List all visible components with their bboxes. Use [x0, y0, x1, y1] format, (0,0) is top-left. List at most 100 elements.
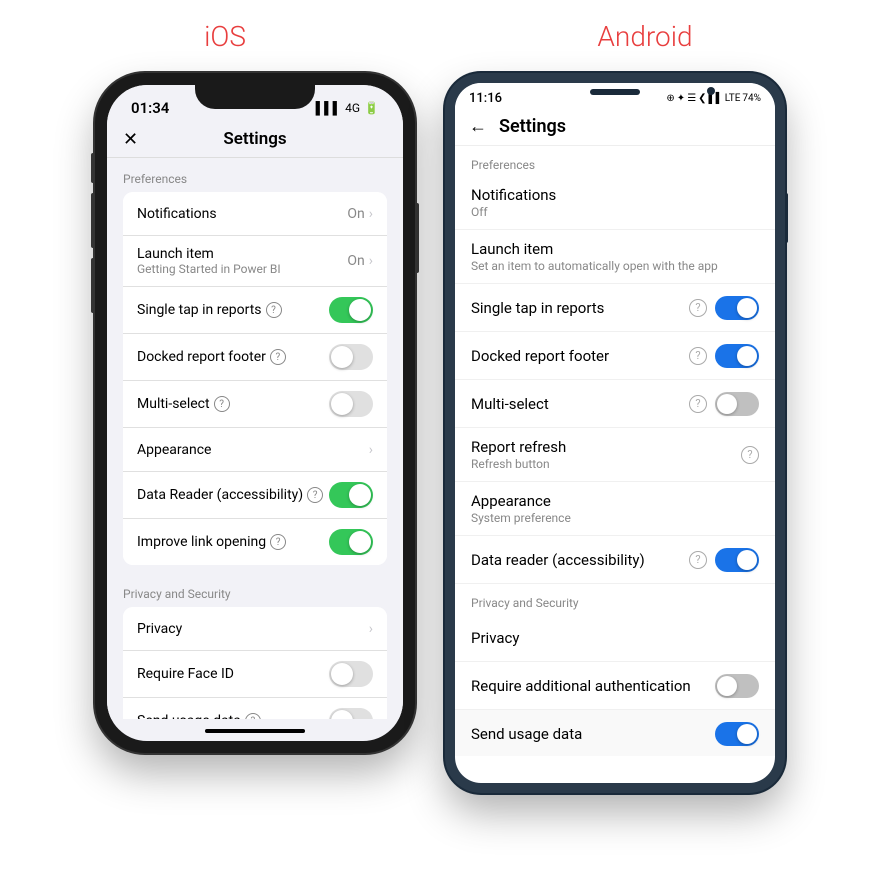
android-single-tap-right: ? [689, 296, 759, 320]
android-appearance-label: Appearance [471, 492, 759, 510]
android-appearance-label-group: Appearance System preference [471, 492, 759, 525]
android-notifications-sublabel: Off [471, 205, 759, 219]
android-require-auth-toggle[interactable] [715, 674, 759, 698]
ios-docked-footer-row[interactable]: Docked report footer ? [123, 334, 387, 381]
android-docked-footer-help-icon[interactable]: ? [689, 347, 707, 365]
android-launch-item-label-group: Launch item Set an item to automatically… [471, 240, 759, 273]
android-data-reader-help-icon[interactable]: ? [689, 551, 707, 569]
ios-appearance-row[interactable]: Appearance › [123, 428, 387, 472]
ios-status-bar: 01:34 ▌▌▌ 4G 🔋 [107, 85, 403, 121]
ios-section-header-preferences: Preferences [107, 158, 403, 192]
ios-launch-item-chevron-icon: › [369, 253, 373, 269]
android-single-tap-help-icon[interactable]: ? [689, 299, 707, 317]
android-send-usage-right [715, 722, 759, 746]
android-data-reader-row[interactable]: Data reader (accessibility) ? [455, 536, 775, 584]
android-send-usage-toggle[interactable] [715, 722, 759, 746]
ios-mute-button [91, 153, 95, 183]
ios-data-reader-toggle[interactable] [329, 482, 373, 508]
android-phone: 11:16 ⊕ ✦ ☰ ❮ ▌▌ LTE 74% ← Settings Pref… [445, 73, 785, 793]
ios-send-usage-help-icon[interactable]: ? [245, 713, 261, 719]
ios-close-button[interactable]: ✕ [123, 129, 138, 150]
ios-notifications-chevron-icon: › [369, 206, 373, 222]
android-docked-footer-toggle-thumb [737, 346, 757, 366]
android-network-icon: LTE [725, 93, 741, 104]
android-back-button[interactable]: ← [469, 116, 487, 137]
android-docked-footer-toggle[interactable] [715, 344, 759, 368]
ios-time: 01:34 [131, 99, 169, 117]
ios-launch-item-row[interactable]: Launch item Getting Started in Power BI … [123, 236, 387, 287]
android-single-tap-row[interactable]: Single tap in reports ? [455, 284, 775, 332]
ios-home-indicator [205, 729, 305, 733]
android-power-button [785, 193, 788, 243]
android-appearance-sublabel: System preference [471, 511, 759, 525]
ios-privacy-row[interactable]: Privacy › [123, 607, 387, 651]
android-docked-footer-label: Docked report footer [471, 347, 689, 365]
android-multiselect-toggle[interactable] [715, 392, 759, 416]
android-require-auth-row[interactable]: Require additional authentication [455, 662, 775, 710]
ios-multiselect-row[interactable]: Multi-select ? [123, 381, 387, 428]
android-single-tap-label-group: Single tap in reports [471, 299, 689, 317]
ios-multiselect-help-icon[interactable]: ? [214, 396, 230, 412]
android-settings-content: Preferences Notifications Off Launch ite… [455, 146, 775, 756]
android-report-refresh-label-group: Report refresh Refresh button [471, 438, 741, 471]
android-report-refresh-help-icon[interactable]: ? [741, 446, 759, 464]
android-single-tap-toggle[interactable] [715, 296, 759, 320]
ios-screen: 01:34 ▌▌▌ 4G 🔋 ✕ Settings Preferences [107, 85, 403, 741]
android-send-usage-row[interactable]: Send usage data [455, 710, 775, 756]
android-launch-item-row[interactable]: Launch item Set an item to automatically… [455, 230, 775, 284]
ios-data-reader-help-icon[interactable]: ? [307, 487, 323, 503]
ios-send-usage-toggle[interactable] [329, 708, 373, 719]
ios-notifications-row[interactable]: Notifications On › [123, 192, 387, 236]
android-speaker [590, 89, 640, 95]
ios-single-tap-toggle[interactable] [329, 297, 373, 323]
android-privacy-label: Privacy [471, 629, 759, 647]
ios-single-tap-row[interactable]: Single tap in reports ? [123, 287, 387, 334]
ios-privacy-right: › [369, 621, 373, 637]
ios-platform-title: iOS [65, 20, 385, 53]
android-appearance-row[interactable]: Appearance System preference [455, 482, 775, 536]
ios-send-usage-row[interactable]: Send usage data ? [123, 698, 387, 719]
android-data-reader-label-group: Data reader (accessibility) [471, 551, 689, 569]
android-multiselect-toggle-thumb [717, 394, 737, 414]
android-notifications-label-group: Notifications Off [471, 186, 759, 219]
ios-network-icon: 4G [345, 101, 360, 115]
android-time: 11:16 [469, 91, 502, 106]
android-notifications-row[interactable]: Notifications Off [455, 176, 775, 230]
ios-docked-footer-toggle[interactable] [329, 344, 373, 370]
android-section-header-privacy: Privacy and Security [455, 584, 775, 614]
android-privacy-row[interactable]: Privacy [455, 614, 775, 662]
ios-multiselect-toggle[interactable] [329, 391, 373, 417]
ios-launch-item-right: On › [347, 253, 373, 269]
android-multiselect-help-icon[interactable]: ? [689, 395, 707, 413]
ios-data-reader-label-group: Data Reader (accessibility) ? [137, 487, 327, 503]
android-launch-item-label: Launch item [471, 240, 759, 258]
android-docked-footer-row[interactable]: Docked report footer ? [455, 332, 775, 380]
android-data-reader-toggle[interactable] [715, 548, 759, 572]
ios-battery-icon: 🔋 [364, 101, 379, 115]
android-status-icons: ⊕ ✦ ☰ ❮ ▌▌ LTE 74% [666, 93, 761, 104]
android-data-reader-toggle-thumb [737, 550, 757, 570]
android-multiselect-right: ? [689, 392, 759, 416]
android-privacy-label-group: Privacy [471, 629, 759, 647]
ios-launch-item-sublabel: Getting Started in Power BI [137, 262, 281, 276]
ios-face-id-label: Require Face ID [137, 666, 234, 682]
ios-improve-link-row[interactable]: Improve link opening ? [123, 519, 387, 565]
android-report-refresh-row[interactable]: Report refresh Refresh button ? [455, 428, 775, 482]
ios-launch-item-label-group: Launch item Getting Started in Power BI [137, 246, 281, 276]
ios-face-id-toggle[interactable] [329, 661, 373, 687]
android-require-auth-right [715, 674, 759, 698]
android-wifi-icon: ⊕ [666, 93, 674, 104]
ios-improve-link-help-icon[interactable]: ? [270, 534, 286, 550]
ios-privacy-group: Privacy › Require Face ID [123, 607, 387, 719]
android-camera [707, 87, 715, 95]
android-send-usage-label-group: Send usage data [471, 725, 715, 743]
ios-privacy-label: Privacy [137, 621, 182, 637]
android-launch-item-sublabel: Set an item to automatically open with t… [471, 259, 759, 273]
ios-improve-link-toggle[interactable] [329, 529, 373, 555]
ios-docked-footer-help-icon[interactable]: ? [270, 349, 286, 365]
ios-face-id-row[interactable]: Require Face ID [123, 651, 387, 698]
ios-data-reader-row[interactable]: Data Reader (accessibility) ? [123, 472, 387, 519]
android-multiselect-row[interactable]: Multi-select ? [455, 380, 775, 428]
ios-improve-link-label-group: Improve link opening ? [137, 534, 290, 550]
ios-single-tap-help-icon[interactable]: ? [266, 302, 282, 318]
